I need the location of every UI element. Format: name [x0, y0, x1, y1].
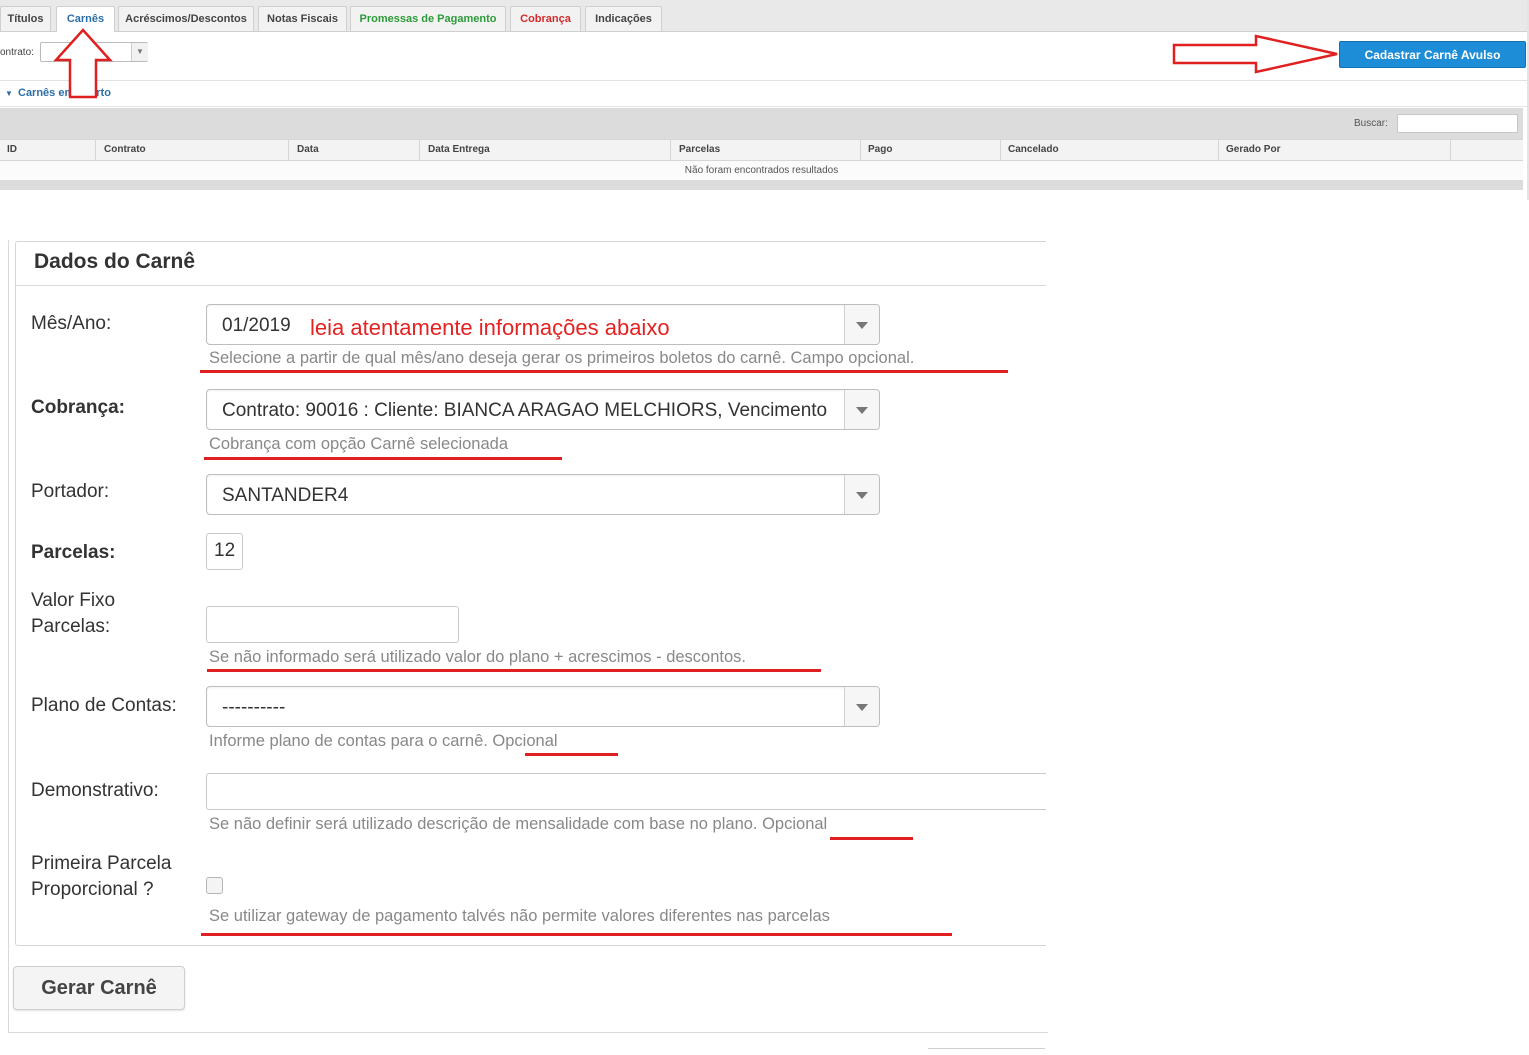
- section-header[interactable]: [0, 81, 1527, 107]
- gerar-carne-button[interactable]: Gerar Carnê: [13, 966, 185, 1010]
- plano-contas-label: Plano de Contas:: [31, 695, 177, 716]
- fieldset: [15, 241, 1046, 946]
- valor-fixo-input[interactable]: [206, 606, 459, 643]
- legend-divider: [16, 285, 1046, 286]
- annotation-underline: [200, 370, 1008, 373]
- portador-value: SANTANDER4: [222, 485, 349, 506]
- caret-down-icon[interactable]: ▼: [5, 89, 13, 98]
- column-data[interactable]: Data: [290, 139, 420, 161]
- annotation-underline: [830, 837, 913, 840]
- plano-contas-select[interactable]: ----------: [206, 686, 880, 727]
- search-label: Buscar:: [1354, 118, 1388, 129]
- chevron-down-icon[interactable]: [844, 687, 879, 726]
- register-single-carne-button[interactable]: Cadastrar Carnê Avulso: [1339, 41, 1526, 68]
- cobranca-value: Contrato: 90016 : Cliente: BIANCA ARAGAO…: [222, 400, 828, 421]
- search-input[interactable]: [1397, 114, 1518, 133]
- chevron-down-icon[interactable]: [844, 305, 879, 344]
- empty-message: Não foram encontrados resultados: [0, 161, 1523, 180]
- tab-titulos[interactable]: Títulos: [0, 6, 51, 31]
- column-gerado-por[interactable]: Gerado Por: [1219, 139, 1451, 161]
- cobranca-label: Cobrança:: [31, 397, 125, 418]
- table-footer: [0, 180, 1523, 190]
- column-pago[interactable]: Pago: [861, 139, 1001, 161]
- column-data-entrega[interactable]: Data Entrega: [421, 139, 671, 161]
- table-toolbar: [0, 108, 1523, 139]
- tab-indicacoes[interactable]: Indicações: [585, 6, 662, 31]
- mes-ano-help: Selecione a partir de qual mês/ano desej…: [209, 349, 915, 367]
- demonstrativo-input[interactable]: [206, 773, 1046, 810]
- tab-cobranca[interactable]: Cobrança: [510, 6, 581, 31]
- column-id[interactable]: ID: [0, 139, 96, 161]
- chevron-down-icon[interactable]: [844, 390, 879, 429]
- plano-contas-help: Informe plano de contas para o carnê. Op…: [209, 732, 558, 750]
- column-parcelas[interactable]: Parcelas: [672, 139, 861, 161]
- parcelas-label: Parcelas:: [31, 542, 116, 563]
- tab-acrescimos-descontos[interactable]: Acréscimos/Descontos: [118, 6, 254, 31]
- plano-contas-value: ----------: [222, 697, 286, 718]
- arrow-right-annotation-icon: [1172, 34, 1338, 74]
- primeira-parcela-label-line2: Proporcional ?: [31, 879, 154, 900]
- column-contrato[interactable]: Contrato: [97, 139, 289, 161]
- tab-promessas-pagamento[interactable]: Promessas de Pagamento: [350, 6, 506, 31]
- column-cancelado[interactable]: Cancelado: [1001, 139, 1219, 161]
- primeira-parcela-label-line1: Primeira Parcela: [31, 853, 172, 874]
- fieldset-legend: Dados do Carnê: [34, 250, 196, 273]
- portador-label: Portador:: [31, 481, 110, 502]
- valor-fixo-label-line1: Valor Fixo: [31, 590, 116, 611]
- mes-ano-value: 01/2019: [222, 315, 291, 336]
- primeira-parcela-help: Se utilizar gateway de pagamento talvés …: [209, 907, 830, 925]
- tab-notas-fiscais[interactable]: Notas Fiscais: [258, 6, 347, 31]
- parcelas-input[interactable]: 12: [206, 533, 243, 570]
- contract-label: ontrato:: [0, 47, 34, 58]
- divider: [928, 1048, 1045, 1049]
- valor-fixo-help: Se não informado será utilizado valor do…: [209, 648, 746, 666]
- demonstrativo-label: Demonstrativo:: [31, 780, 159, 801]
- cobranca-help: Cobrança com opção Carnê selecionada: [209, 435, 509, 453]
- cobranca-select[interactable]: Contrato: 90016 : Cliente: BIANCA ARAGAO…: [206, 389, 880, 430]
- annotation-underline: [525, 753, 618, 756]
- annotation-underline: [207, 669, 821, 672]
- chevron-down-icon[interactable]: ▼: [131, 43, 148, 61]
- primeira-parcela-checkbox[interactable]: [206, 877, 223, 894]
- annotation-underline: [201, 933, 952, 936]
- valor-fixo-label-line2: Parcelas:: [31, 616, 111, 637]
- annotation-underline: [204, 457, 562, 460]
- annotation-text: leia atentamente informações abaixo: [310, 315, 670, 340]
- demonstrativo-help: Se não definir será utilizado descrição …: [209, 815, 828, 833]
- mes-ano-label: Mês/Ano:: [31, 313, 112, 334]
- chevron-down-icon[interactable]: [844, 475, 879, 514]
- arrow-stem-annotation-icon: [68, 80, 98, 99]
- portador-select[interactable]: SANTANDER4: [206, 474, 880, 515]
